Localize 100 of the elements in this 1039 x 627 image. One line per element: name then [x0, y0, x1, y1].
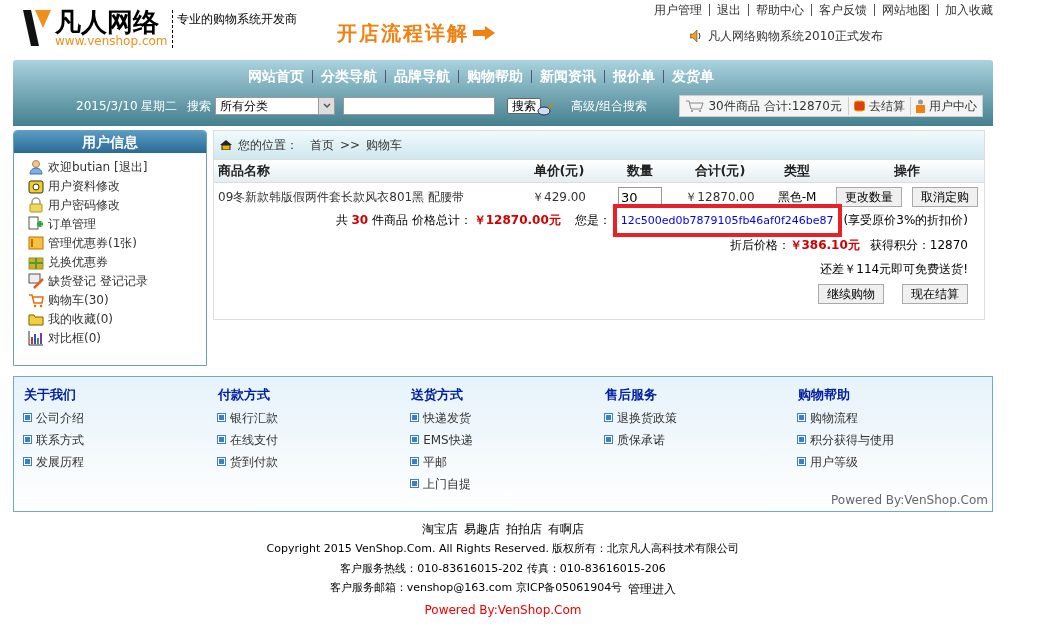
lock-icon	[28, 197, 44, 213]
powered-by: Powered By:VenShop.Com	[831, 492, 988, 509]
footer-heading: 送货方式	[411, 386, 465, 404]
cart-icon	[28, 292, 44, 308]
footer-link[interactable]: EMS快递	[411, 430, 605, 449]
panel-title: 用户信息	[82, 132, 138, 152]
panel-menu-item[interactable]: 对比框(0)	[28, 330, 206, 346]
store-link[interactable]: 淘宝店	[422, 520, 458, 538]
powered-by: Powered By:VenShop.Com	[424, 602, 582, 619]
footer-link[interactable]: 发展历程	[24, 452, 218, 471]
telephone-icon	[28, 178, 44, 194]
bullet-icon	[24, 458, 31, 465]
bullet-icon	[411, 458, 419, 465]
hotline-text: 客户服务热线：010-83616015-202 传真：010-83616015-206	[340, 560, 666, 577]
column-header: 数量	[627, 162, 653, 181]
cart-button[interactable]: 现在结算	[902, 283, 968, 304]
gift-icon	[28, 254, 44, 270]
document-plus-icon	[28, 216, 44, 232]
category-select[interactable]: 所有分类	[215, 97, 336, 115]
bullet-icon	[798, 414, 806, 421]
arrow-right-icon	[472, 26, 495, 40]
top-link[interactable]: 退出	[717, 1, 741, 19]
coupon-icon	[28, 235, 44, 251]
bullet-icon	[217, 414, 225, 421]
member-label: 您是：	[574, 212, 611, 230]
folder-icon	[28, 311, 44, 327]
panel-menu-item[interactable]: 欢迎butian [退出]	[28, 159, 206, 175]
admin-link[interactable]: 管理进入	[628, 580, 677, 598]
footer-link[interactable]: 质保承诺	[604, 430, 799, 449]
total-price: ￥12870.00元	[473, 212, 561, 230]
search-button[interactable]: 搜索	[507, 98, 542, 114]
column-header: 类型	[784, 162, 810, 181]
panel-menu-item[interactable]: 用户密码修改	[28, 197, 206, 213]
panel-menu-item[interactable]: 购物车(30)	[28, 292, 206, 308]
panel-menu-item[interactable]: 缺货登记 登记记录	[28, 273, 206, 289]
panel-menu-item[interactable]: 用户资料修改	[28, 178, 206, 194]
person-icon	[915, 99, 925, 113]
panel-menu-item[interactable]: 兑换优惠券	[28, 254, 206, 270]
action-button[interactable]: 取消定购	[912, 187, 978, 207]
footer-link[interactable]: 公司介绍	[24, 408, 218, 427]
cart-button[interactable]: 继续购物	[818, 283, 884, 304]
top-link[interactable]: 用户管理	[654, 1, 702, 19]
logo[interactable]: 凡人网络 www.venshop.com	[23, 8, 168, 48]
panel-menu-item[interactable]: 订单管理	[28, 216, 206, 232]
footer-link[interactable]: 用户等级	[798, 452, 992, 471]
points-text: 获得积分：12870	[869, 236, 968, 254]
discount-label: 折后价格：￥386.10元	[729, 236, 860, 254]
line-total: ￥12870.00	[685, 189, 755, 206]
quantity-field[interactable]: 30	[618, 187, 662, 207]
bullet-icon	[411, 436, 419, 443]
product-type: 黑色-M	[777, 189, 817, 206]
footer-link[interactable]: 上门自提	[411, 474, 605, 493]
column-header: 操作	[894, 162, 920, 181]
checkout-link[interactable]: 去结算	[848, 97, 911, 115]
footer-heading: 关于我们	[24, 386, 77, 404]
store-link[interactable]: 拍拍店	[506, 520, 542, 538]
unit-price: ￥429.00	[532, 189, 586, 206]
footer-link[interactable]: 退换货政策	[604, 408, 799, 427]
footer-link[interactable]: 银行汇款	[217, 408, 412, 427]
cart-icon	[686, 100, 705, 112]
bullet-icon	[24, 414, 31, 421]
store-link[interactable]: 有啊店	[548, 520, 584, 538]
footer-link[interactable]: 快递发货	[411, 408, 605, 427]
person-icon	[28, 159, 44, 175]
bullet-icon	[411, 480, 419, 487]
panel-menu-item[interactable]: 我的收藏(0)	[28, 311, 206, 327]
chevron-down-icon	[318, 98, 335, 114]
copyright-text: Copyright 2015 VenShop.Com. All Rights Reserved. 版权所有：北京凡人高科技术有限公司	[266, 541, 740, 557]
footer-heading: 付款方式	[217, 386, 271, 404]
free-shipping-note: 还差￥114元即可免费送货!	[820, 260, 968, 278]
date-text: 2015/3/10 星期二	[76, 98, 178, 115]
bar-chart-icon	[28, 330, 44, 346]
breadcrumb-link[interactable]: 首页	[310, 136, 334, 154]
top-link[interactable]: 网站地图	[882, 1, 930, 19]
panel-menu-item[interactable]: 管理优惠券(1张)	[28, 235, 206, 251]
footer-link[interactable]: 货到付款	[217, 452, 412, 471]
top-link[interactable]: 帮助中心	[756, 1, 804, 19]
home-icon	[220, 140, 232, 150]
column-header: 单价(元)	[533, 162, 585, 181]
bullet-icon	[798, 458, 806, 465]
action-button[interactable]: 更改数量	[836, 187, 902, 207]
top-link[interactable]: 客户反馈	[819, 1, 867, 19]
item-count: 共 30 件商品 价格总计：	[335, 212, 472, 230]
bullet-icon	[217, 458, 225, 465]
top-link[interactable]: 加入收藏	[945, 1, 993, 19]
cart-summary-link[interactable]: 30件商品 合计:12870元	[680, 97, 849, 115]
footer-heading: 购物帮助	[798, 386, 852, 404]
search-field[interactable]	[343, 97, 496, 115]
footer-link[interactable]: 联系方式	[24, 430, 218, 449]
footer-link[interactable]: 在线支付	[217, 430, 412, 449]
footer-link[interactable]: 平邮	[411, 452, 605, 471]
store-link[interactable]: 易趣店	[464, 520, 500, 538]
breadcrumb-current: 购物车	[366, 137, 403, 154]
user-center-link[interactable]: 用户中心	[910, 97, 982, 115]
v-logo-icon	[23, 8, 51, 48]
search-label: 搜索	[187, 98, 212, 115]
footer-link[interactable]: 积分获得与使用	[798, 430, 992, 449]
footer-link[interactable]: 购物流程	[798, 408, 992, 427]
bullet-icon	[217, 436, 225, 443]
email-text: 客户服务邮箱：venshop@163.com 京ICP备05061904号	[329, 580, 623, 596]
